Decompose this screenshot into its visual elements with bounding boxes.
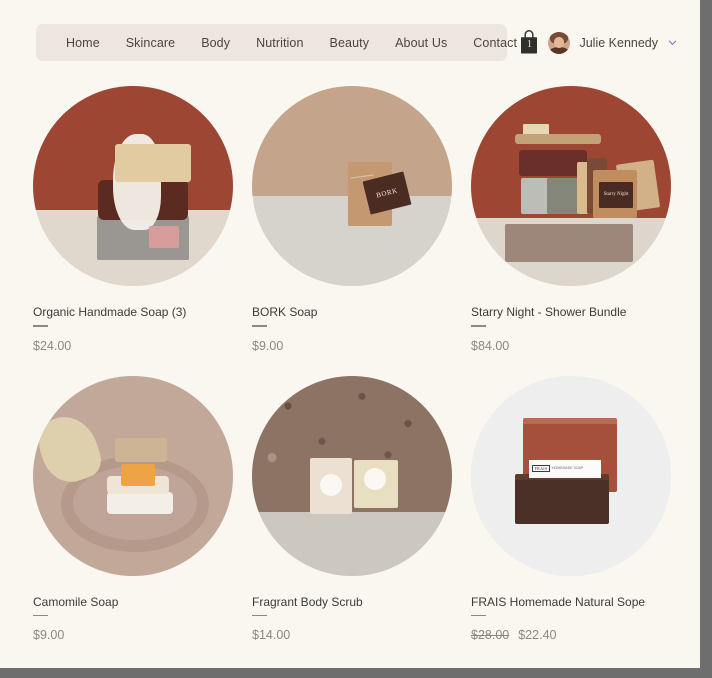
product-price-group: $9.00 (252, 339, 470, 353)
product-title[interactable]: Fragrant Body Scrub (252, 595, 470, 609)
product-image[interactable]: Starry Night (471, 86, 671, 286)
product-price-group: $14.00 (252, 628, 470, 642)
product-image-tag-text: Starry Night (603, 192, 629, 198)
product-image[interactable] (33, 86, 233, 286)
grid-row-spacer (33, 353, 251, 376)
title-divider (252, 325, 267, 327)
header-actions: 1 Julie Kennedy (519, 24, 678, 61)
browser-viewport: Home Skincare Body Nutrition Beauty Abou… (0, 0, 700, 668)
product-card[interactable]: Fragrant Body Scrub $14.00 (252, 375, 470, 642)
product-grid: Organic Handmade Soap (3) $24.00 BORK BO… (0, 86, 700, 642)
product-price-group: $28.00 $22.40 (471, 628, 689, 642)
product-price: $24.00 (33, 338, 72, 353)
product-card[interactable]: Organic Handmade Soap (3) $24.00 (33, 86, 251, 353)
user-name[interactable]: Julie Kennedy (579, 36, 658, 50)
chevron-down-icon[interactable] (667, 37, 678, 48)
product-title[interactable]: FRAIS Homemade Natural Sope (471, 595, 689, 609)
title-divider (252, 614, 267, 616)
site-header: Home Skincare Body Nutrition Beauty Abou… (0, 0, 700, 86)
nav-item-home[interactable]: Home (66, 36, 100, 50)
nav-item-about-us[interactable]: About Us (395, 36, 447, 50)
title-divider (33, 614, 48, 616)
grid-row-spacer (471, 353, 689, 376)
grid-row-spacer (252, 353, 470, 376)
title-divider (33, 325, 48, 327)
product-image[interactable]: FRAIS HOMEMADE SOAP (471, 375, 671, 576)
nav-item-skincare[interactable]: Skincare (126, 36, 175, 50)
product-image[interactable] (252, 375, 452, 576)
shopping-bag-icon (521, 30, 538, 54)
product-price: $84.00 (471, 338, 510, 353)
product-price-group: $84.00 (471, 339, 689, 353)
product-price: $14.00 (252, 628, 291, 642)
nav-item-beauty[interactable]: Beauty (330, 36, 370, 50)
product-price: $9.00 (33, 628, 65, 642)
window-frame-right (700, 0, 712, 678)
product-image-label-sub: HOMEMADE SOAP (552, 466, 584, 471)
product-card[interactable]: FRAIS HOMEMADE SOAP FRAIS Homemade Natur… (471, 375, 689, 642)
product-card[interactable]: Starry Night Starry Night - Shower Bundl… (471, 86, 689, 353)
product-title[interactable]: BORK Soap (252, 305, 470, 319)
nav-item-nutrition[interactable]: Nutrition (256, 36, 303, 50)
product-title[interactable]: Organic Handmade Soap (3) (33, 305, 251, 319)
nav-item-contact[interactable]: Contact (473, 36, 517, 50)
product-price: $9.00 (252, 338, 284, 353)
product-title[interactable]: Starry Night - Shower Bundle (471, 305, 689, 319)
window-frame-bottom (0, 668, 712, 678)
product-title[interactable]: Camomile Soap (33, 595, 251, 609)
title-divider (471, 325, 486, 327)
product-image-brand-text: FRAIS (532, 465, 550, 472)
product-card[interactable]: BORK BORK Soap $9.00 (252, 86, 470, 353)
title-divider (471, 614, 486, 616)
cart-button[interactable]: 1 (519, 30, 539, 55)
product-image[interactable]: BORK (252, 86, 452, 286)
product-price-sale: $22.40 (518, 628, 557, 642)
product-price-group: $24.00 (33, 339, 251, 353)
main-navigation: Home Skincare Body Nutrition Beauty Abou… (36, 24, 517, 61)
product-image-tag-text: BORK (375, 186, 399, 200)
product-image[interactable] (33, 375, 233, 576)
product-price-group: $9.00 (33, 628, 251, 642)
nav-item-body[interactable]: Body (201, 36, 230, 50)
avatar[interactable] (548, 31, 571, 54)
product-card[interactable]: Camomile Soap $9.00 (33, 375, 251, 642)
product-price-original: $28.00 (471, 628, 510, 642)
